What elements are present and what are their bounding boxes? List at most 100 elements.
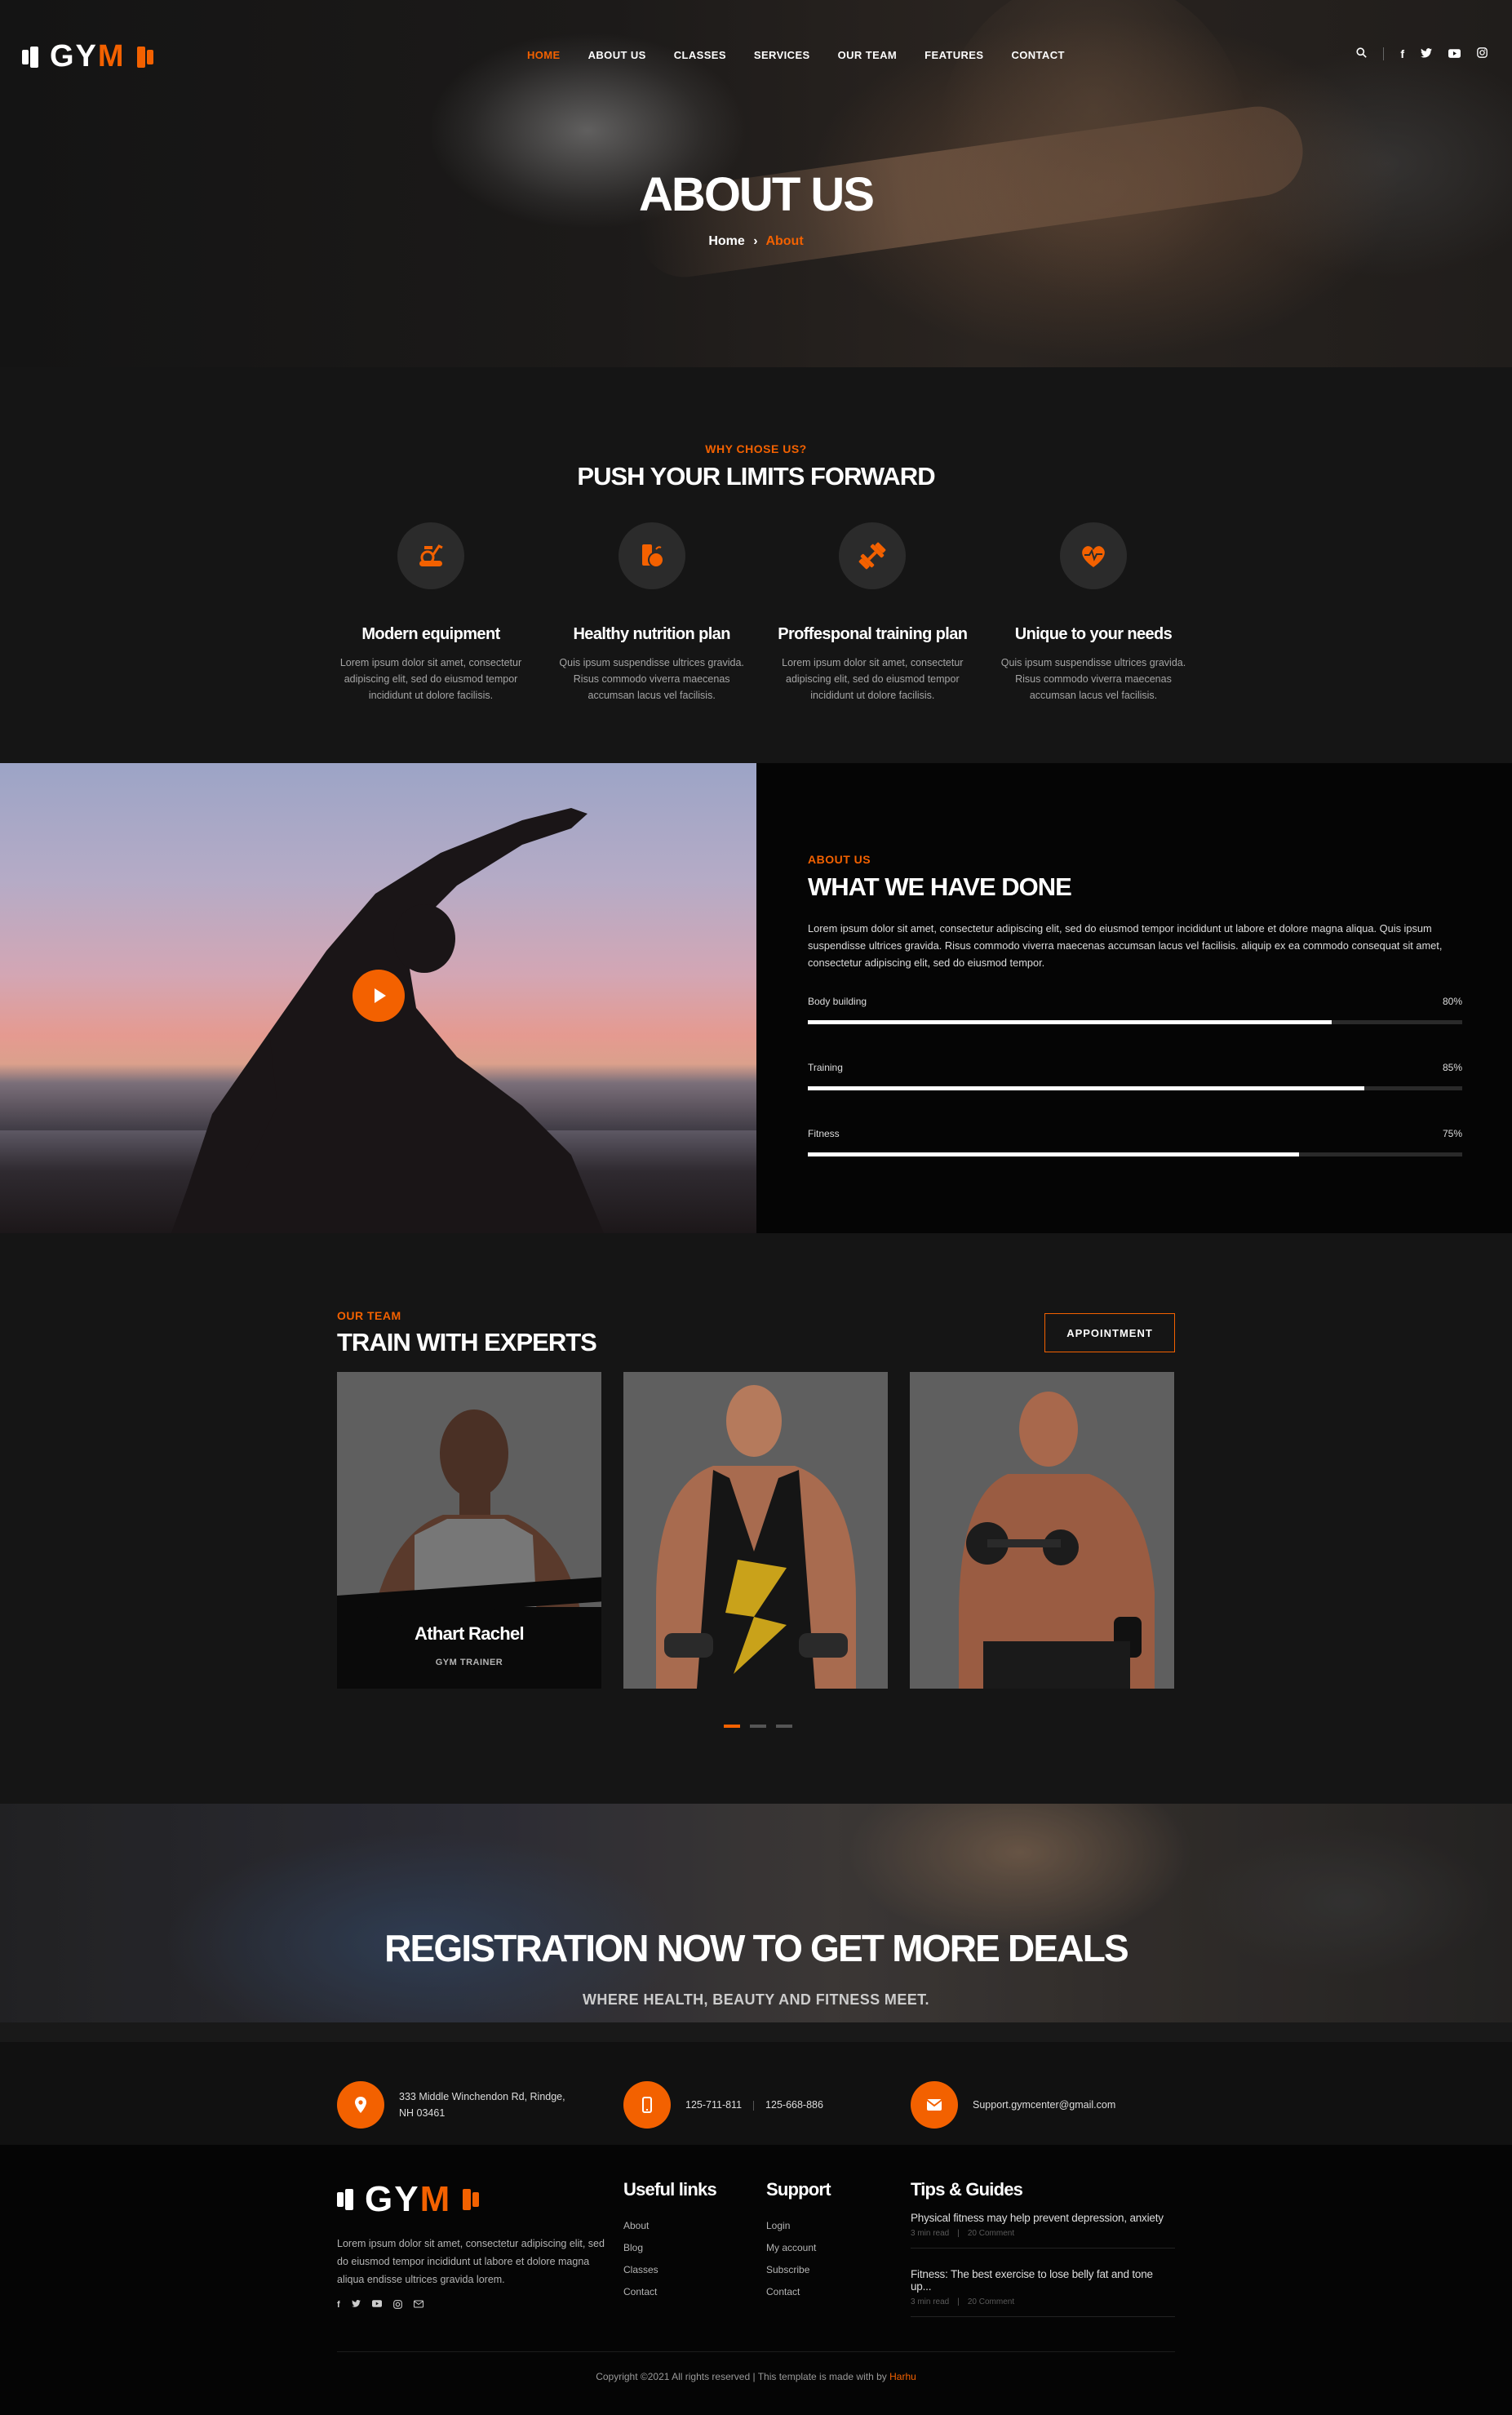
skill-track xyxy=(808,1152,1462,1156)
column-title: Tips & Guides xyxy=(911,2179,1023,2200)
skill-fill xyxy=(808,1086,1364,1090)
nav-services[interactable]: SERVICES xyxy=(754,49,810,61)
banner-subtitle: WHERE HEALTH, BEAUTY AND FITNESS MEET. xyxy=(583,1991,929,2008)
feature-text: Lorem ipsum dolor sit amet, consectetur … xyxy=(339,657,522,701)
skill-track xyxy=(808,1020,1462,1024)
page-title: ABOUT US xyxy=(639,168,875,221)
skill-percent: 80% xyxy=(1442,996,1462,1007)
banner-title: REGISTRATION NOW TO GET MORE DEALS xyxy=(384,1927,1129,1969)
dumbbell-left-icon xyxy=(337,2187,361,2212)
tip-title[interactable]: Fitness: The best exercise to lose belly… xyxy=(911,2268,1175,2293)
team-section: OUR TEAM TRAIN WITH EXPERTS APPOINTMENT … xyxy=(0,1233,1512,1804)
footer-link-subscribe[interactable]: Subscribe xyxy=(766,2264,809,2275)
youtube-icon[interactable] xyxy=(371,2300,382,2311)
footer-link-blog[interactable]: Blog xyxy=(623,2242,643,2253)
skill-percent: 75% xyxy=(1442,1128,1462,1139)
skill-label: Body building xyxy=(808,996,867,1007)
skill-fill xyxy=(808,1152,1299,1156)
facebook-icon[interactable]: f xyxy=(337,2300,340,2311)
section-title: WHAT WE HAVE DONE xyxy=(808,872,1072,901)
phone-1[interactable]: 125-711-811 xyxy=(685,2099,742,2111)
credit-link[interactable]: Harhu xyxy=(889,2371,916,2382)
facebook-icon[interactable]: f xyxy=(1400,47,1404,60)
about-content: ABOUT US WHAT WE HAVE DONE Lorem ipsum d… xyxy=(808,853,1462,1156)
instagram-icon[interactable] xyxy=(392,2300,402,2311)
nav-features[interactable]: FEATURES xyxy=(924,49,983,61)
skill-fill xyxy=(808,1020,1332,1024)
breadcrumb-current: About xyxy=(765,234,804,248)
skill-bar: Fitness 75% xyxy=(808,1128,1462,1156)
carousel-dot[interactable] xyxy=(750,1725,766,1728)
tip-read-time: 3 min read xyxy=(911,2297,950,2306)
carousel-dot-active[interactable] xyxy=(724,1725,740,1728)
tip-item[interactable]: Fitness: The best exercise to lose belly… xyxy=(911,2268,1175,2317)
search-icon[interactable] xyxy=(1356,47,1368,60)
footer-divider xyxy=(337,2351,1175,2352)
section-title: PUSH YOUR LIMITS FORWARD xyxy=(577,462,935,491)
footer-link-contact[interactable]: Contact xyxy=(623,2286,657,2297)
carousel-dot[interactable] xyxy=(776,1725,792,1728)
nav-about-us[interactable]: ABOUT US xyxy=(588,49,646,61)
footer-link-about[interactable]: About xyxy=(623,2220,649,2231)
main-menu: HOME ABOUT US CLASSES SERVICES OUR TEAM … xyxy=(527,49,1065,61)
tip-item[interactable]: Physical fitness may help prevent depres… xyxy=(911,2212,1175,2249)
team-carousel: Athart Rachel GYM TRAINER xyxy=(337,1372,1174,1689)
feature-item: Healthy nutrition plan Quis ipsum suspen… xyxy=(554,522,750,704)
breadcrumb-home[interactable]: Home xyxy=(708,234,744,248)
copyright: Copyright ©2021 All rights reserved | Th… xyxy=(0,2371,1512,2382)
phone-divider xyxy=(753,2100,755,2111)
useful-links-column: Useful links About Blog Classes Contact xyxy=(623,2179,717,2303)
features-list: Modern equipment Lorem ipsum dolor sit a… xyxy=(333,522,1191,704)
feature-item: Unique to your needs Quis ipsum suspendi… xyxy=(995,522,1191,704)
trainer-info: Athart Rachel GYM TRAINER xyxy=(337,1607,601,1689)
contact-phone: 125-711-811 125-668-886 xyxy=(623,2081,823,2129)
dumbbell-right-icon xyxy=(129,45,153,69)
trainer-photo xyxy=(959,1392,1155,1689)
play-video-button[interactable] xyxy=(353,970,405,1022)
logo-text-accent: M xyxy=(419,2179,452,2219)
footer-link-support-contact[interactable]: Contact xyxy=(766,2286,800,2297)
nav-contact[interactable]: CONTACT xyxy=(1011,49,1064,61)
breadcrumb: Home › About xyxy=(0,234,1512,249)
appointment-button[interactable]: APPOINTMENT xyxy=(1044,1313,1175,1352)
registration-banner: REGISTRATION NOW TO GET MORE DEALS WHERE… xyxy=(0,1804,1512,2022)
tip-title[interactable]: Physical fitness may help prevent depres… xyxy=(911,2212,1175,2224)
twitter-icon[interactable] xyxy=(351,2300,361,2311)
contact-email: Support.gymcenter@gmail.com xyxy=(911,2081,1115,2129)
footer-description: Lorem ipsum dolor sit amet, consectetur … xyxy=(337,2238,605,2285)
section-subtitle: WHY CHOSE US? xyxy=(705,442,807,455)
email-icon[interactable] xyxy=(413,2300,423,2311)
nav-divider xyxy=(1383,47,1385,60)
nav-our-team[interactable]: OUR TEAM xyxy=(838,49,898,61)
email-address[interactable]: Support.gymcenter@gmail.com xyxy=(973,2097,1115,2113)
youtube-icon[interactable] xyxy=(1448,47,1461,60)
twitter-icon[interactable] xyxy=(1421,47,1432,60)
footer-link-login[interactable]: Login xyxy=(766,2220,790,2231)
tip-comments: 20 Comment xyxy=(967,2229,1015,2238)
trainer-card[interactable] xyxy=(910,1372,1174,1689)
gym-logo[interactable]: GYM xyxy=(22,39,153,74)
tip-read-time: 3 min read xyxy=(911,2229,950,2238)
nutrition-icon xyxy=(618,522,685,589)
trainer-card[interactable]: Athart Rachel GYM TRAINER xyxy=(337,1372,601,1689)
instagram-icon[interactable] xyxy=(1477,47,1488,60)
trainer-name: Athart Rachel xyxy=(415,1623,525,1644)
footer-link-my-account[interactable]: My account xyxy=(766,2242,816,2253)
map-pin-icon xyxy=(337,2081,384,2129)
phone-2[interactable]: 125-668-886 xyxy=(765,2099,823,2111)
nav-home[interactable]: HOME xyxy=(527,49,561,61)
section-subtitle: ABOUT US xyxy=(808,853,871,866)
contact-address: 333 Middle Winchendon Rd, Rindge, NH 0346… xyxy=(337,2081,565,2129)
about-section: ABOUT US WHAT WE HAVE DONE Lorem ipsum d… xyxy=(0,763,1512,1233)
trainer-card[interactable] xyxy=(623,1372,888,1689)
footer-link-classes[interactable]: Classes xyxy=(623,2264,658,2275)
exercise-bike-icon xyxy=(397,522,464,589)
footer-logo[interactable]: GYM xyxy=(337,2179,479,2220)
about-description: Lorem ipsum dolor sit amet, consectetur … xyxy=(808,922,1443,969)
logo-text: GY xyxy=(365,2179,420,2219)
nav-classes[interactable]: CLASSES xyxy=(674,49,726,61)
dumbbell-left-icon xyxy=(22,45,47,69)
heartbeat-icon xyxy=(1059,522,1127,589)
dumbbell-icon xyxy=(839,522,907,589)
column-title: Useful links xyxy=(623,2179,717,2200)
